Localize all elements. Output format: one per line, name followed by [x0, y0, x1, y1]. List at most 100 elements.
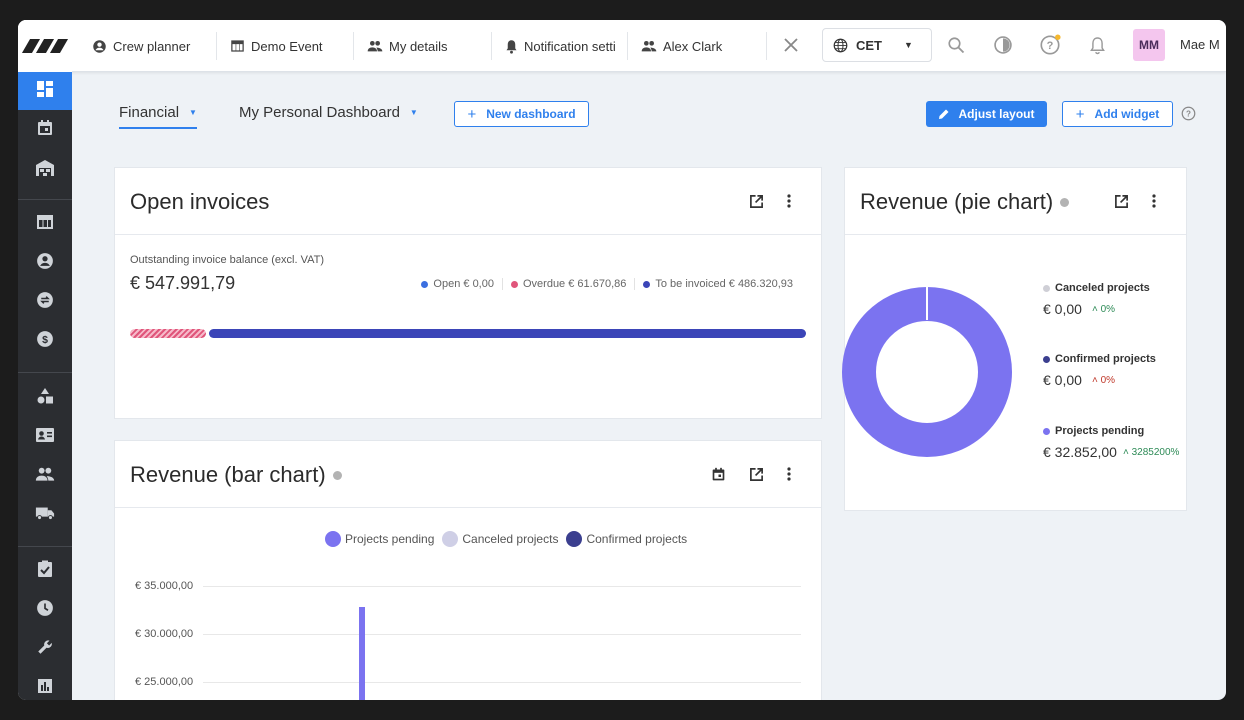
change-value: ˄ 3285200%	[1122, 446, 1180, 458]
change-text: 3285200%	[1131, 446, 1180, 458]
legend-value: € 486.320,93	[728, 278, 793, 290]
dollar-icon: $	[36, 330, 54, 353]
bell-icon	[505, 39, 518, 54]
open-external-icon[interactable]	[747, 192, 765, 210]
sidebar-item-sync[interactable]	[18, 283, 72, 321]
sidebar-item-equipment[interactable]	[18, 379, 72, 417]
legend-label: Projects pending	[345, 532, 435, 546]
help-icon[interactable]: ?	[1039, 34, 1061, 56]
y-tick-label: € 30.000,00	[135, 628, 194, 640]
svg-text:?: ?	[1186, 110, 1191, 119]
truck-icon	[35, 505, 55, 526]
calendar-icon[interactable]	[709, 465, 727, 483]
calendar-icon	[36, 119, 54, 142]
legend-item-canceled-projects[interactable]: Canceled projects	[442, 531, 558, 547]
legend-dot	[1043, 427, 1050, 435]
tab-crew-planner[interactable]: Crew planner	[92, 20, 222, 72]
y-tick-label: € 35.000,00	[135, 580, 194, 592]
invoice-total: € 547.991,79	[130, 273, 236, 293]
more-vert-icon[interactable]	[1145, 192, 1163, 210]
add-widget-button[interactable]: + Add widget	[1062, 101, 1173, 127]
chevron-down-icon: ▼	[409, 108, 418, 117]
new-dashboard-button[interactable]: + New dashboard	[454, 101, 589, 127]
svg-text:?: ?	[1047, 40, 1054, 52]
pie-legend-canceled: Canceled projects € 0,00 ˄ 0%	[1043, 282, 1150, 317]
adjust-layout-button[interactable]: Adjust layout	[926, 101, 1047, 127]
legend-swatch	[566, 531, 583, 547]
tab-label: Financial	[119, 104, 180, 121]
pie-legend-confirmed: Confirmed projects € 0,00 ˄ 0%	[1043, 353, 1156, 388]
sidebar-item-time[interactable]	[18, 591, 72, 629]
tab-my-details[interactable]: My details	[367, 20, 492, 72]
sidebar-item-finance[interactable]: $	[18, 322, 72, 360]
tab-demo-event[interactable]: Demo Event	[230, 20, 358, 72]
globe-icon	[833, 38, 848, 53]
avatar[interactable]: MM	[1133, 29, 1165, 61]
info-icon[interactable]	[332, 470, 342, 480]
sidebar-item-tasks[interactable]	[18, 552, 72, 590]
sidebar-item-reports[interactable]	[18, 669, 72, 700]
revenue-donut	[842, 286, 1012, 457]
change-value: ˄ 0%	[1091, 374, 1116, 386]
widget-title: Revenue (bar chart)	[130, 462, 342, 488]
people-icon	[35, 467, 55, 486]
info-icon[interactable]	[1060, 197, 1070, 207]
tab-label: Demo Event	[251, 38, 323, 54]
account-circle-icon	[92, 39, 107, 54]
legend-item-projects-pending[interactable]: Projects pending	[325, 531, 434, 547]
more-vert-icon[interactable]	[780, 465, 798, 483]
help-icon[interactable]: ?	[1181, 106, 1196, 126]
bar-projects-pending[interactable]	[359, 606, 365, 700]
theme-toggle-icon[interactable]	[992, 34, 1014, 56]
plus-icon: +	[1075, 105, 1085, 123]
sidebar-item-maintenance[interactable]	[18, 630, 72, 668]
sidebar-item-warehouse[interactable]	[18, 151, 72, 189]
button-label: Adjust layout	[958, 107, 1035, 121]
sidebar-item-projects[interactable]	[18, 205, 72, 243]
donut-slice-projects-pending[interactable]	[842, 287, 1012, 457]
notifications-icon[interactable]	[1086, 34, 1108, 56]
tab-alex-clark[interactable]: Alex Clark	[641, 20, 761, 72]
widget-title-text: Revenue (bar chart)	[130, 462, 326, 487]
tab-my-personal-dashboard[interactable]: My Personal Dashboard ▼	[239, 104, 418, 121]
account-circle-icon	[36, 252, 54, 275]
change-text: 0%	[1100, 374, 1116, 386]
shapes-icon	[36, 387, 54, 410]
sidebar-item-crew[interactable]	[18, 457, 72, 495]
legend-value: € 32.852,00	[1043, 444, 1117, 460]
tab-label: My Personal Dashboard	[239, 104, 400, 121]
svg-text:$: $	[42, 333, 48, 345]
pencil-icon	[938, 108, 950, 120]
legend-value: € 0,00	[1043, 301, 1082, 317]
sidebar-item-transport[interactable]	[18, 496, 72, 534]
open-external-icon[interactable]	[1112, 192, 1130, 210]
search-icon[interactable]	[945, 34, 967, 56]
tab-label: Crew planner	[113, 38, 191, 54]
top-bar: Crew planner Demo Event My details Notif…	[18, 20, 1226, 72]
chart-icon	[37, 678, 53, 699]
more-vert-icon[interactable]	[780, 192, 798, 210]
legend-dot	[1043, 284, 1050, 292]
sidebar-item-dashboard[interactable]	[18, 72, 72, 110]
tab-financial[interactable]: Financial ▼	[119, 104, 197, 129]
sidebar-item-calendar[interactable]	[18, 111, 72, 149]
user-name[interactable]: Mae M	[1180, 37, 1220, 52]
legend-label: Canceled projects	[462, 532, 559, 546]
app-logo[interactable]	[18, 20, 72, 72]
close-icon[interactable]	[780, 34, 802, 56]
tab-label: Alex Clark	[663, 38, 723, 54]
legend-dot	[1043, 355, 1050, 363]
legend-value: € 0,00	[463, 278, 494, 290]
plus-icon: +	[467, 105, 477, 123]
timezone-select[interactable]: CET ▼	[822, 28, 932, 62]
open-external-icon[interactable]	[747, 465, 765, 483]
legend-item-confirmed-projects[interactable]: Confirmed projects	[566, 531, 687, 547]
legend-swatch	[442, 531, 459, 547]
legend-label: Canceled projects	[1055, 282, 1150, 294]
sidebar-item-crew-cards[interactable]	[18, 418, 72, 456]
legend-value: € 0,00	[1043, 372, 1082, 388]
sidebar: $	[18, 72, 72, 700]
sidebar-item-contacts[interactable]	[18, 244, 72, 282]
tab-notification-settings[interactable]: Notification setti	[505, 20, 615, 72]
invoice-caption: Outstanding invoice balance (excl. VAT)	[130, 254, 325, 266]
